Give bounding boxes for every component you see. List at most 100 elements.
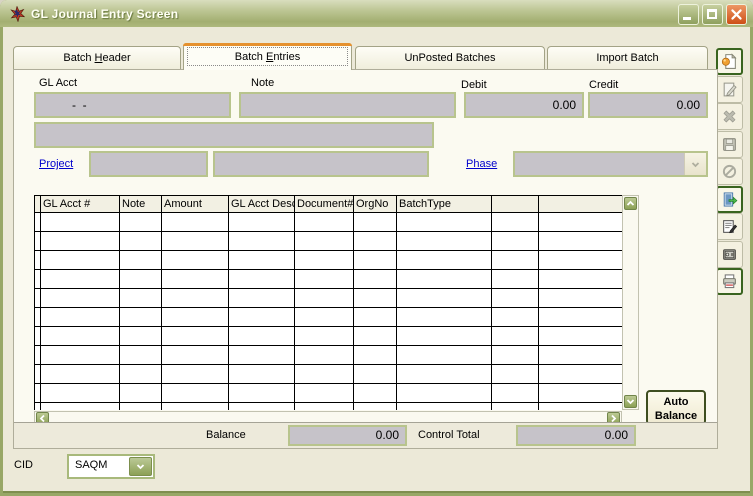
credit-field[interactable]: 0.00	[588, 92, 708, 118]
grid-column-header[interactable]: OrgNo	[354, 196, 397, 213]
grid-row[interactable]	[35, 251, 623, 270]
grid-cell[interactable]	[397, 213, 492, 232]
grid-cell[interactable]	[162, 384, 229, 403]
grid-cell[interactable]	[295, 308, 354, 327]
grid-cell[interactable]	[120, 270, 162, 289]
grid-cell[interactable]	[41, 346, 120, 365]
grid-cell[interactable]	[492, 270, 539, 289]
grid-cell[interactable]	[295, 270, 354, 289]
grid-row[interactable]	[35, 270, 623, 289]
grid-cell[interactable]	[492, 251, 539, 270]
grid-cell[interactable]	[295, 289, 354, 308]
safe-button[interactable]	[716, 241, 743, 268]
grid-cell[interactable]	[492, 384, 539, 403]
grid-cell[interactable]	[397, 384, 492, 403]
grid-cell[interactable]	[354, 346, 397, 365]
grid-cell[interactable]	[229, 365, 295, 384]
minimize-button[interactable]	[678, 4, 699, 25]
grid-cell[interactable]	[397, 289, 492, 308]
grid-cell[interactable]	[229, 270, 295, 289]
grid-cell[interactable]	[354, 289, 397, 308]
grid-cell[interactable]	[120, 403, 162, 411]
grid-cell[interactable]	[354, 327, 397, 346]
gl-acct-field[interactable]: - -	[34, 92, 231, 118]
grid-column-header[interactable]: Note	[120, 196, 162, 213]
grid-cell[interactable]	[120, 365, 162, 384]
grid-cell[interactable]	[354, 251, 397, 270]
grid-cell[interactable]	[162, 308, 229, 327]
tab-batch-entries[interactable]: Batch Entries	[183, 43, 352, 70]
grid-cell[interactable]	[354, 308, 397, 327]
grid-cell[interactable]	[162, 289, 229, 308]
grid-cell[interactable]	[397, 327, 492, 346]
grid-cell[interactable]	[492, 232, 539, 251]
grid-cell[interactable]	[229, 384, 295, 403]
print-button[interactable]	[716, 268, 743, 295]
grid-cell[interactable]	[295, 384, 354, 403]
grid-column-header[interactable]: BatchType	[397, 196, 492, 213]
grid-cell[interactable]	[162, 270, 229, 289]
scroll-up-button[interactable]	[624, 197, 637, 210]
grid-cell[interactable]	[295, 327, 354, 346]
grid-cell[interactable]	[354, 232, 397, 251]
grid-column-header[interactable]: Document#	[295, 196, 354, 213]
grid-cell[interactable]	[295, 346, 354, 365]
gl-acct-desc-field[interactable]	[34, 122, 434, 148]
grid-cell[interactable]	[41, 289, 120, 308]
auto-balance-button[interactable]: Auto Balance	[646, 390, 706, 425]
project-code-field[interactable]	[89, 151, 208, 177]
grid-row[interactable]	[35, 327, 623, 346]
grid-cell[interactable]	[229, 213, 295, 232]
grid-row[interactable]	[35, 403, 623, 411]
grid-cell[interactable]	[354, 213, 397, 232]
grid-cell[interactable]	[229, 327, 295, 346]
grid-cell[interactable]	[397, 270, 492, 289]
grid-cell[interactable]	[397, 346, 492, 365]
exit-button[interactable]	[716, 186, 743, 213]
grid-row[interactable]	[35, 289, 623, 308]
cid-dropdown-button[interactable]	[129, 457, 152, 476]
grid-cell[interactable]	[492, 308, 539, 327]
new-entry-button[interactable]	[716, 48, 743, 75]
grid-cell[interactable]	[120, 384, 162, 403]
grid-cell[interactable]	[162, 403, 229, 411]
grid-cell[interactable]	[41, 365, 120, 384]
grid-cell[interactable]	[397, 403, 492, 411]
grid-row[interactable]	[35, 308, 623, 327]
maximize-button[interactable]	[702, 4, 723, 25]
grid-cell[interactable]	[41, 308, 120, 327]
grid-cell[interactable]	[41, 251, 120, 270]
grid-cell[interactable]	[229, 289, 295, 308]
debit-field[interactable]: 0.00	[464, 92, 584, 118]
grid-column-header[interactable]: Amount	[162, 196, 229, 213]
grid-cell[interactable]	[354, 270, 397, 289]
project-link[interactable]: Project	[39, 158, 73, 170]
phase-dropdown-button[interactable]	[684, 153, 706, 175]
grid-cell[interactable]	[41, 403, 120, 411]
project-desc-field[interactable]	[213, 151, 429, 177]
grid-cell[interactable]	[41, 270, 120, 289]
grid-cell[interactable]	[229, 403, 295, 411]
tab-batch-header[interactable]: Batch Header	[13, 46, 181, 69]
close-button[interactable]	[726, 4, 747, 25]
grid-cell[interactable]	[492, 365, 539, 384]
grid-column-header[interactable]: GL Acct #	[41, 196, 120, 213]
grid-column-header[interactable]	[492, 196, 539, 213]
notes-button[interactable]	[716, 213, 743, 240]
grid-cell[interactable]	[295, 251, 354, 270]
grid-cell[interactable]	[354, 384, 397, 403]
grid-row[interactable]	[35, 365, 623, 384]
grid-cell[interactable]	[120, 232, 162, 251]
grid-cell[interactable]	[162, 365, 229, 384]
grid-cell[interactable]	[229, 308, 295, 327]
grid-cell[interactable]	[492, 327, 539, 346]
grid-cell[interactable]	[397, 232, 492, 251]
grid-row[interactable]	[35, 346, 623, 365]
grid-cell[interactable]	[492, 289, 539, 308]
grid-cell[interactable]	[162, 232, 229, 251]
grid-cell[interactable]	[295, 232, 354, 251]
grid-cell[interactable]	[120, 289, 162, 308]
grid-cell[interactable]	[397, 365, 492, 384]
grid-column-header[interactable]: GL Acct Desc	[229, 196, 295, 213]
grid-cell[interactable]	[162, 213, 229, 232]
